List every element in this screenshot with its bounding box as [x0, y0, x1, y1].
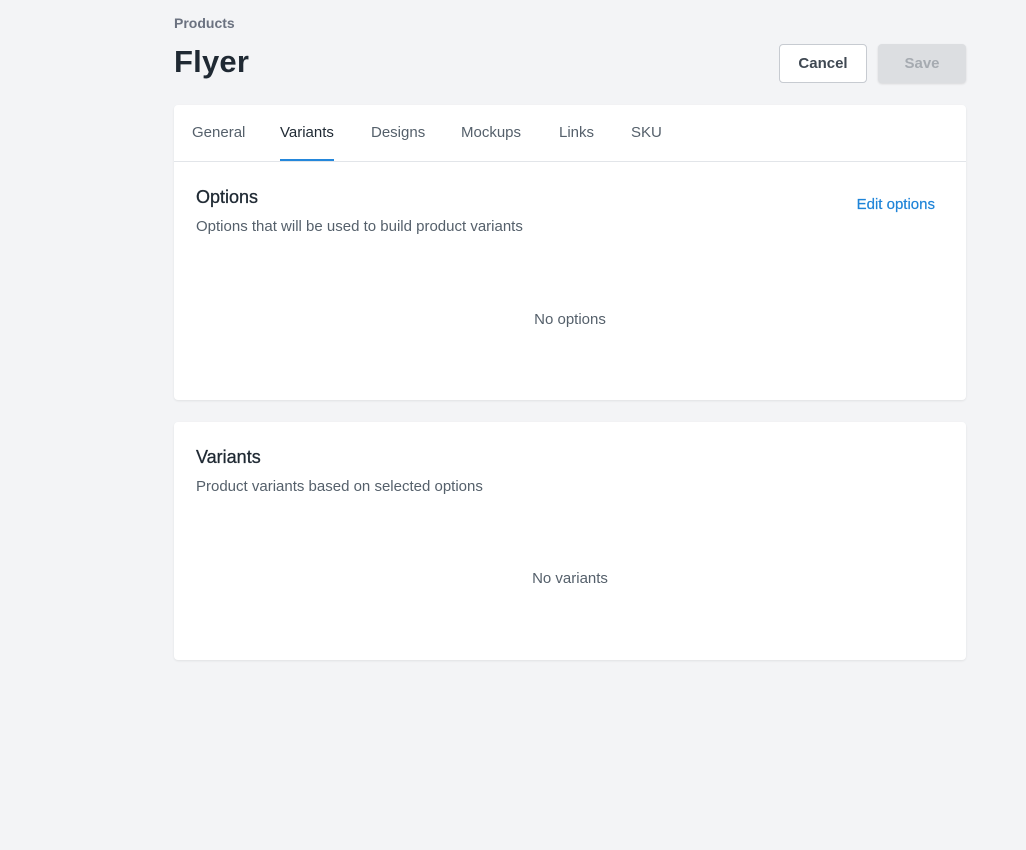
variants-subtitle: Product variants based on selected optio… — [196, 478, 483, 495]
tab-variants[interactable]: Variants — [280, 105, 334, 161]
tab-sku[interactable]: SKU — [631, 105, 662, 161]
edit-options-link[interactable]: Edit options — [857, 196, 936, 213]
page-title: Flyer — [174, 44, 250, 79]
tab-mockups[interactable]: Mockups — [461, 105, 521, 161]
tab-designs[interactable]: Designs — [371, 105, 425, 161]
tab-links[interactable]: Links — [559, 105, 594, 161]
options-empty-state: No options — [534, 311, 606, 328]
cancel-button[interactable]: Cancel — [779, 44, 867, 83]
options-card: General Variants Designs Mockups Links S… — [174, 105, 966, 400]
header-actions: Cancel Save — [779, 44, 966, 83]
variants-title: Variants — [196, 447, 261, 467]
tab-bar: General Variants Designs Mockups Links S… — [174, 105, 966, 162]
variants-card: Variants Product variants based on selec… — [174, 422, 966, 660]
tab-general[interactable]: General — [192, 105, 245, 161]
options-subtitle: Options that will be used to build produ… — [196, 218, 523, 235]
breadcrumb-products[interactable]: Products — [174, 15, 235, 31]
save-button[interactable]: Save — [878, 44, 966, 83]
variants-empty-state: No variants — [532, 570, 608, 587]
options-title: Options — [196, 187, 259, 207]
